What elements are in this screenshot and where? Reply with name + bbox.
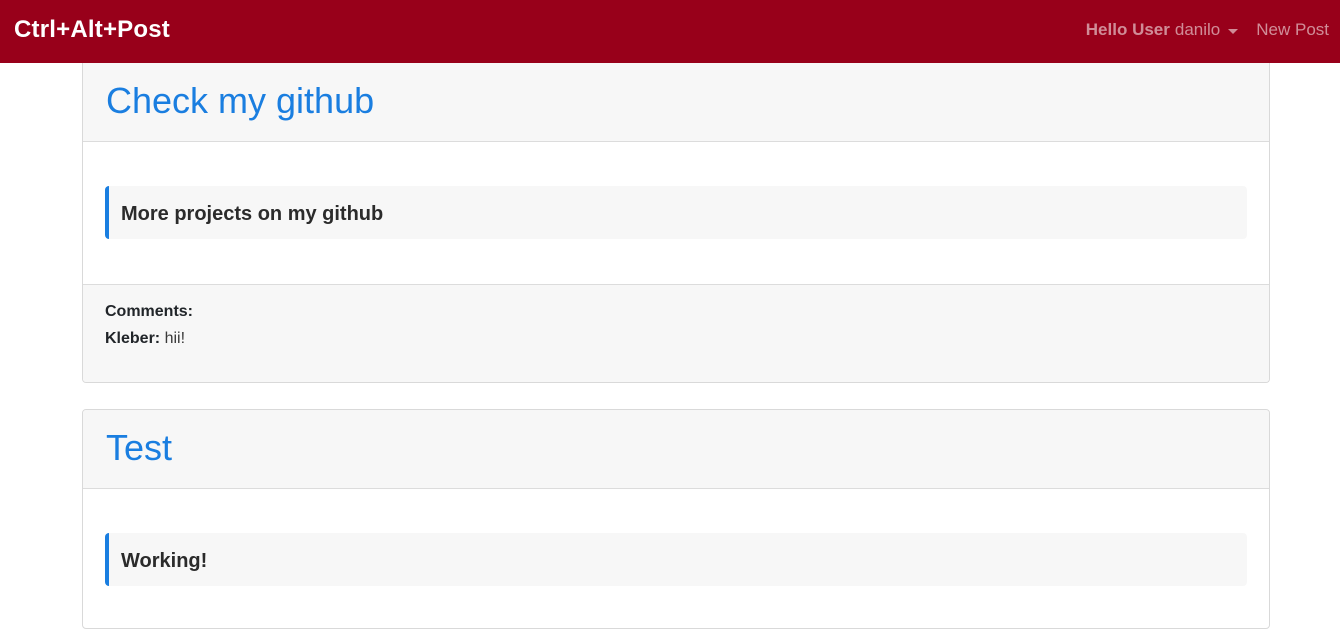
post-title-link[interactable]: Test bbox=[106, 427, 172, 469]
top-navbar: Ctrl+Alt+Post Hello User danilo New Post bbox=[0, 0, 1340, 63]
comments-section: Comments: Kleber: hii! bbox=[83, 284, 1269, 382]
comments-heading: Comments: bbox=[105, 303, 194, 320]
comment-item: Kleber: hii! bbox=[105, 329, 185, 349]
username-label: danilo bbox=[1174, 20, 1221, 39]
caret-down-icon bbox=[1228, 28, 1239, 34]
post-header: Test bbox=[83, 410, 1269, 489]
post-content: More projects on my github bbox=[121, 203, 384, 225]
user-menu-dropdown[interactable]: Hello User danilo bbox=[1085, 19, 1239, 41]
new-post-link[interactable]: New Post bbox=[1256, 19, 1329, 41]
post-body: More projects on my github bbox=[83, 142, 1269, 284]
greeting-label: Hello User bbox=[1085, 20, 1170, 39]
post-card: Check my github More projects on my gith… bbox=[82, 63, 1270, 383]
post-header: Check my github bbox=[83, 63, 1269, 142]
comment-author: Kleber: bbox=[105, 330, 161, 347]
comment-text: hii! bbox=[164, 330, 186, 347]
post-blockquote: Working! bbox=[105, 533, 1247, 586]
navbar-right: Hello User danilo New Post bbox=[1086, 19, 1329, 41]
post-blockquote: More projects on my github bbox=[105, 186, 1247, 239]
post-body: Working! bbox=[83, 489, 1269, 628]
post-title-link[interactable]: Check my github bbox=[106, 80, 374, 122]
post-content: Working! bbox=[121, 550, 208, 572]
post-card: Test Working! bbox=[82, 409, 1270, 629]
brand-logo-link[interactable]: Ctrl+Alt+Post bbox=[14, 15, 170, 45]
